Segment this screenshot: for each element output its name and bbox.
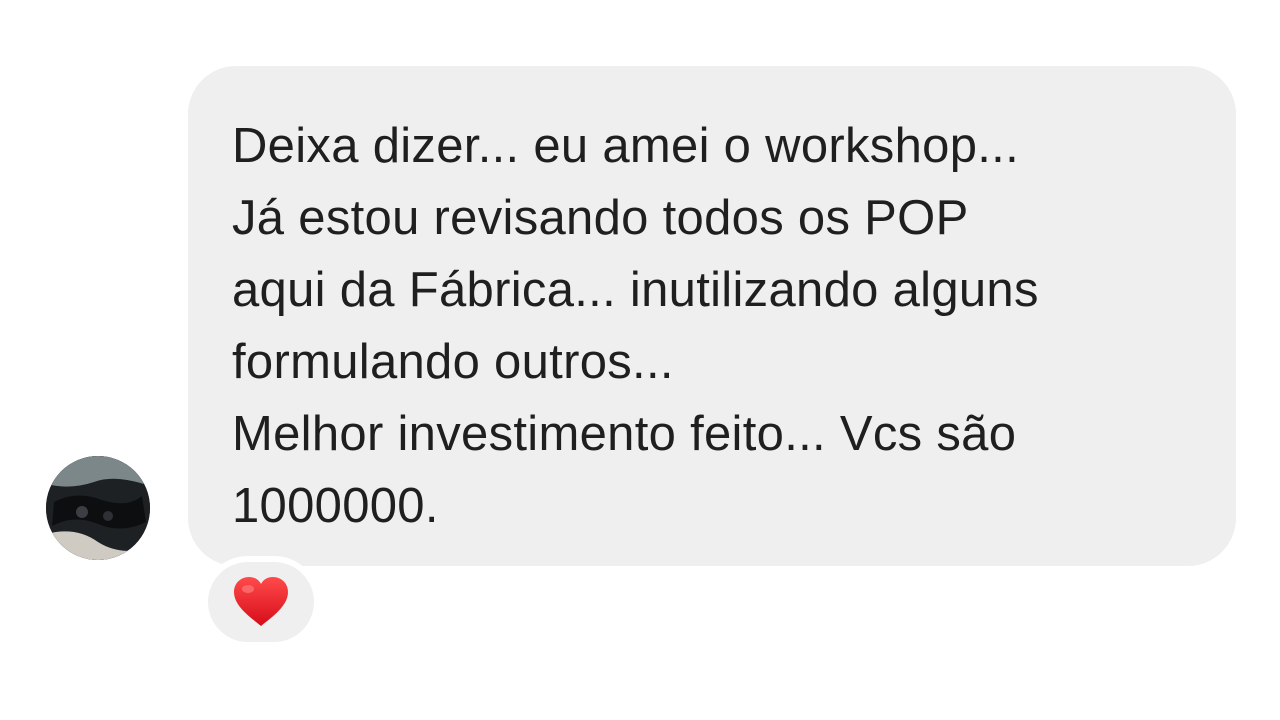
message-text: Deixa dizer... eu amei o workshop... Já …	[232, 119, 1039, 533]
chat-screen: Deixa dizer... eu amei o workshop... Já …	[0, 0, 1280, 720]
avatar[interactable]	[46, 456, 150, 560]
heart-icon	[234, 577, 288, 626]
reaction-badge[interactable]	[202, 556, 320, 648]
message-bubble[interactable]: Deixa dizer... eu amei o workshop... Já …	[188, 66, 1236, 566]
avatar-photo	[46, 456, 150, 560]
